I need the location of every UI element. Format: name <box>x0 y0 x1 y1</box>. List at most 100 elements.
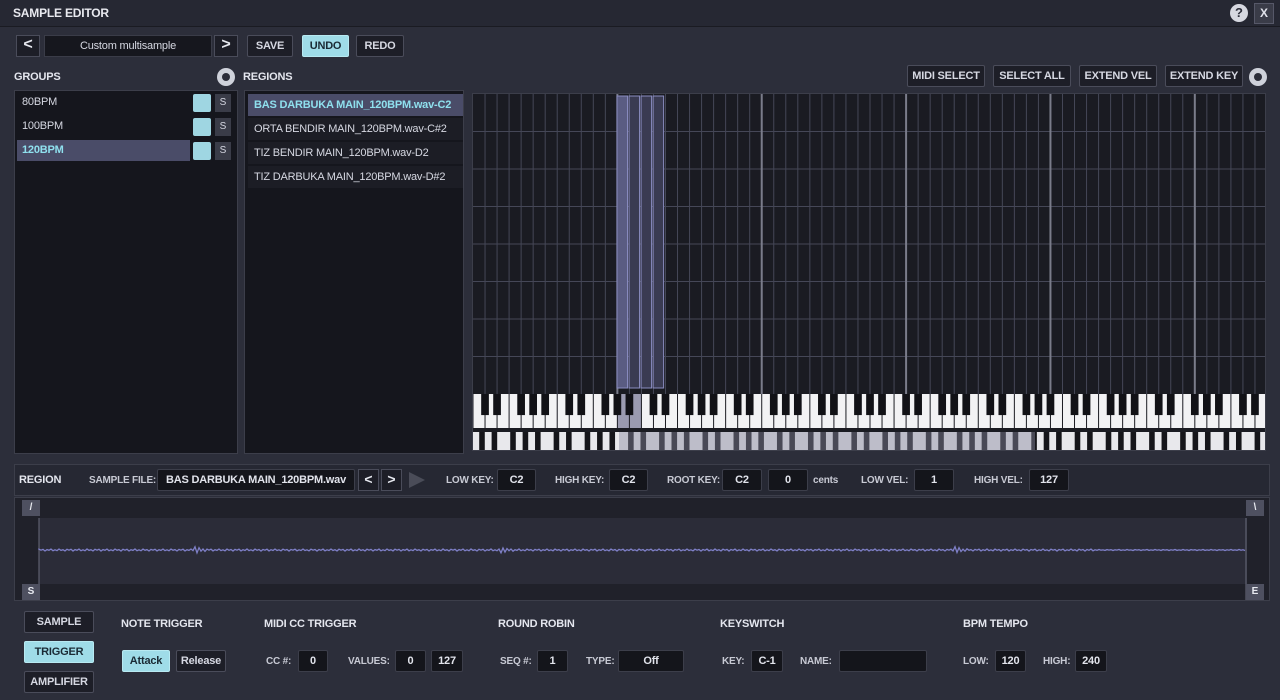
key-velocity-map[interactable] <box>472 93 1266 451</box>
low-key-field[interactable]: C2 <box>497 469 536 491</box>
prev-sample-button[interactable]: < <box>358 469 379 491</box>
low-vel-field[interactable]: 1 <box>914 469 954 491</box>
group-row-100bpm[interactable]: 100BPM <box>17 116 190 137</box>
overview-black-key <box>1204 432 1211 450</box>
window-title: SAMPLE EDITOR <box>13 6 109 20</box>
high-vel-field[interactable]: 127 <box>1029 469 1069 491</box>
seq-number-field[interactable]: 1 <box>537 650 568 672</box>
bpm-high-field[interactable]: 240 <box>1075 650 1107 672</box>
sample-file-label: SAMPLE FILE: <box>89 475 157 486</box>
sample-start-marker[interactable]: S <box>22 584 40 600</box>
attack-button[interactable]: Attack <box>122 650 170 672</box>
piano-black-key <box>493 394 501 416</box>
fade-in-handle[interactable]: / <box>22 500 40 516</box>
redo-button[interactable]: REDO <box>356 35 404 57</box>
piano-black-key <box>1130 394 1139 416</box>
piano-black-key <box>625 394 634 416</box>
overview-black-key <box>1192 432 1199 450</box>
group-row-120bpm[interactable]: 120BPM <box>17 140 190 161</box>
next-preset-button[interactable]: > <box>214 35 238 57</box>
group-solo-button[interactable]: S <box>215 142 231 160</box>
overview-black-key <box>522 432 529 450</box>
group-enable-toggle[interactable] <box>193 118 211 136</box>
mapping-settings-gear-icon[interactable] <box>1249 68 1267 86</box>
piano-black-key <box>950 394 959 416</box>
bpm-low-field[interactable]: 120 <box>995 650 1026 672</box>
region-row[interactable]: TIZ BENDIR MAIN_120BPM.wav-D2 <box>248 142 463 164</box>
extend-key-button[interactable]: EXTEND KEY <box>1165 65 1243 87</box>
overview-black-key <box>1180 432 1186 450</box>
group-enable-toggle[interactable] <box>193 142 211 160</box>
midi-cc-trigger-heading: MIDI CC TRIGGER <box>264 618 357 630</box>
piano-black-key <box>709 394 718 416</box>
groups-settings-gear-icon[interactable] <box>217 68 235 86</box>
group-row-80bpm[interactable]: 80BPM <box>17 92 190 113</box>
release-button[interactable]: Release <box>176 650 226 672</box>
extend-vel-button[interactable]: EXTEND VEL <box>1079 65 1157 87</box>
root-key-label: ROOT KEY: <box>667 475 721 486</box>
waveform-display[interactable]: / \ S E <box>14 497 1270 601</box>
piano-black-key <box>986 394 995 416</box>
piano-black-key <box>1154 394 1163 416</box>
overview-black-key <box>1130 432 1137 450</box>
tab-sample[interactable]: SAMPLE <box>24 611 94 633</box>
overview-black-key <box>1056 432 1062 450</box>
piano-black-key <box>733 394 742 416</box>
piano-black-key <box>1106 394 1115 416</box>
play-icon[interactable] <box>409 472 425 488</box>
cc-high-value-field[interactable]: 127 <box>431 650 463 672</box>
title-bar <box>0 0 1280 27</box>
sample-file-field[interactable]: BAS DARBUKA MAIN_120BPM.wav <box>157 469 355 491</box>
group-solo-button[interactable]: S <box>215 94 231 112</box>
cc-number-label: CC #: <box>266 656 292 667</box>
cc-number-field[interactable]: 0 <box>298 650 328 672</box>
close-button[interactable]: X <box>1254 3 1274 24</box>
keyswitch-name-field[interactable] <box>839 650 927 672</box>
high-key-field[interactable]: C2 <box>609 469 648 491</box>
overview-black-key <box>609 432 616 450</box>
groups-heading: GROUPS <box>14 71 61 83</box>
help-button[interactable]: ? <box>1230 4 1248 22</box>
piano-black-key <box>914 394 922 416</box>
mapped-region-block <box>616 95 629 389</box>
piano-black-key <box>962 394 971 416</box>
cents-field[interactable]: 0 <box>768 469 808 491</box>
sample-end-marker[interactable]: E <box>1246 584 1264 600</box>
piano-black-key <box>830 394 838 416</box>
cc-low-value-field[interactable]: 0 <box>395 650 426 672</box>
overview-black-key <box>1161 432 1168 450</box>
group-solo-button[interactable]: S <box>215 118 231 136</box>
undo-button[interactable]: UNDO <box>302 35 349 57</box>
region-row[interactable]: ORTA BENDIR MAIN_120BPM.wav-C#2 <box>248 118 463 140</box>
rr-type-select[interactable]: Off <box>618 650 684 672</box>
keyswitch-key-field[interactable]: C-1 <box>751 650 783 672</box>
mapped-region-block <box>628 95 641 389</box>
group-enable-toggle[interactable] <box>193 94 211 112</box>
overview-black-key <box>1087 432 1093 450</box>
bpm-tempo-heading: BPM TEMPO <box>963 618 1028 630</box>
overview-black-key <box>1149 432 1155 450</box>
midi-select-button[interactable]: MIDI SELECT <box>907 65 985 87</box>
tab-trigger[interactable]: TRIGGER <box>24 641 94 663</box>
region-row[interactable]: TIZ DARBUKA MAIN_120BPM.wav-D#2 <box>248 166 463 188</box>
select-all-button[interactable]: SELECT ALL <box>993 65 1071 87</box>
prev-preset-button[interactable]: < <box>16 35 40 57</box>
key-map-grid[interactable] <box>473 94 1266 451</box>
fade-out-handle[interactable]: \ <box>1246 500 1264 516</box>
tab-amplifier[interactable]: AMPLIFIER <box>24 671 94 693</box>
next-sample-button[interactable]: > <box>381 469 402 491</box>
piano-black-key <box>1022 394 1031 416</box>
root-key-field[interactable]: C2 <box>722 469 762 491</box>
piano-black-key <box>745 394 754 416</box>
preset-name-field[interactable]: Custom multisample <box>44 35 212 57</box>
region-row[interactable]: BAS DARBUKA MAIN_120BPM.wav-C2 <box>248 94 463 116</box>
piano-black-key <box>661 394 670 416</box>
cc-values-label: VALUES: <box>348 656 390 667</box>
save-button[interactable]: SAVE <box>247 35 293 57</box>
piano-black-key <box>697 394 706 416</box>
seq-number-label: SEQ #: <box>500 656 532 667</box>
high-vel-label: HIGH VEL: <box>974 475 1023 486</box>
piano-black-key <box>1202 394 1211 416</box>
bpm-low-label: LOW: <box>963 656 989 667</box>
overview-black-key <box>1118 432 1124 450</box>
